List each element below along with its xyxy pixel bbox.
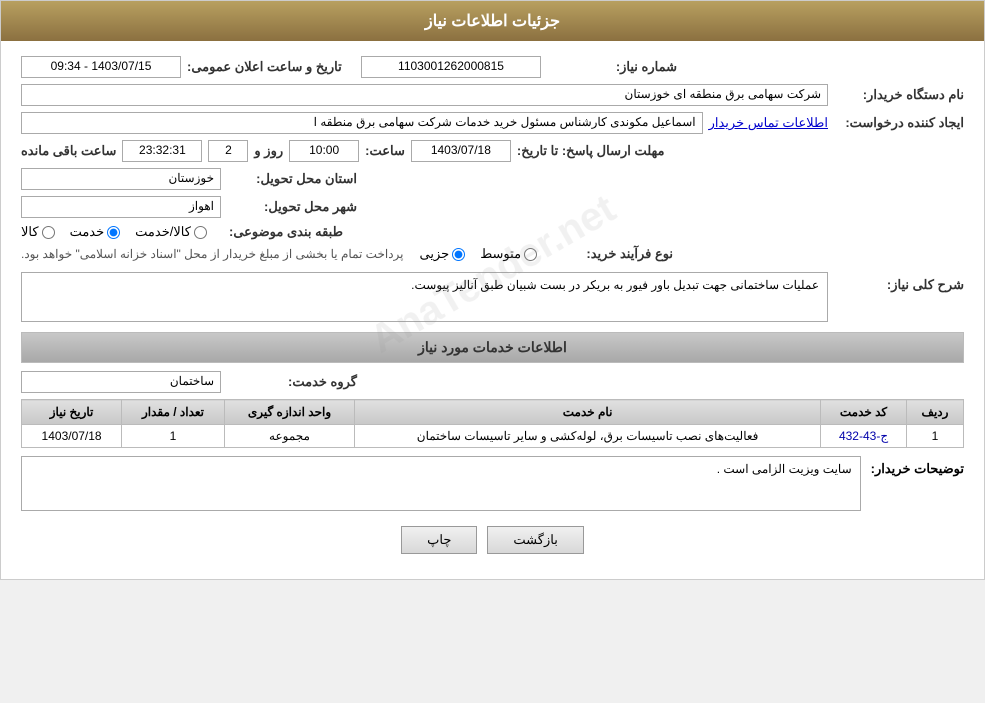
- print-button[interactable]: چاپ: [401, 526, 477, 554]
- services-table: ردیف کد خدمت نام خدمت واحد اندازه گیری ت…: [21, 399, 964, 448]
- buyer-comments-label: توضیحات خریدار:: [871, 461, 964, 477]
- need-description-text: عملیات ساختمانی جهت تبدیل باور فیور به ب…: [21, 272, 828, 322]
- td-service_code: ج-43-432: [821, 425, 907, 448]
- need-number-label: شماره نیاز:: [547, 59, 677, 75]
- response-time: 10:00: [289, 140, 359, 162]
- category-radio-group: کالا/خدمت خدمت کالا: [21, 224, 207, 240]
- buyer-org-value: شرکت سهامی برق منطقه ای خوزستان: [21, 84, 828, 106]
- action-buttons: بازگشت چاپ: [21, 526, 964, 554]
- radio-motavasset[interactable]: متوسط: [480, 246, 537, 262]
- response-days-label: روز و: [254, 143, 283, 159]
- response-deadline-label: مهلت ارسال پاسخ: تا تاریخ:: [517, 143, 665, 159]
- col-service-name: نام خدمت: [355, 400, 821, 425]
- col-unit: واحد اندازه گیری: [224, 400, 354, 425]
- delivery-city: اهواز: [21, 196, 221, 218]
- service-group-value: ساختمان: [21, 371, 221, 393]
- col-service-code: کد خدمت: [821, 400, 907, 425]
- td-service_name: فعالیت‌های نصب تاسیسات برق، لوله‌کشی و س…: [355, 425, 821, 448]
- buyer-comments-section: توضیحات خریدار: سایت ویزیت الزامی است .: [21, 456, 964, 511]
- purchase-type-label: نوع فرآیند خرید:: [543, 246, 673, 262]
- response-remaining: 23:32:31: [122, 140, 202, 162]
- buyer-comments-text: سایت ویزیت الزامی است .: [21, 456, 861, 511]
- delivery-city-label: شهر محل تحویل:: [227, 199, 357, 215]
- purchase-type-radio-group: متوسط جزیی: [420, 246, 538, 262]
- need-desc-label: شرح کلی نیاز:: [834, 277, 964, 293]
- creator-link[interactable]: اطلاعات تماس خریدار: [709, 115, 828, 131]
- radio-kala[interactable]: کالا: [21, 224, 55, 240]
- td-date: 1403/07/18: [22, 425, 122, 448]
- services-section-title: اطلاعات خدمات مورد نیاز: [21, 332, 964, 363]
- response-date: 1403/07/18: [411, 140, 511, 162]
- purchase-type-note: پرداخت تمام یا بخشی از مبلغ خریدار از مح…: [21, 247, 404, 261]
- response-remaining-label: ساعت باقی مانده: [21, 143, 116, 159]
- td-unit: مجموعه: [224, 425, 354, 448]
- response-days: 2: [208, 140, 248, 162]
- col-quantity: تعداد / مقدار: [122, 400, 225, 425]
- radio-jozii[interactable]: جزیی: [420, 246, 466, 262]
- need-number-value: 1103001262000815: [361, 56, 541, 78]
- announcement-date-value: 1403/07/15 - 09:34: [21, 56, 181, 78]
- delivery-province-label: استان محل تحویل:: [227, 171, 357, 187]
- td-quantity: 1: [122, 425, 225, 448]
- table-row: 1ج-43-432فعالیت‌های نصب تاسیسات برق، لول…: [22, 425, 964, 448]
- response-time-label: ساعت:: [365, 143, 405, 159]
- td-row_num: 1: [906, 425, 963, 448]
- col-row-num: ردیف: [906, 400, 963, 425]
- delivery-province: خوزستان: [21, 168, 221, 190]
- radio-kala-khedmat[interactable]: کالا/خدمت: [135, 224, 207, 240]
- back-button[interactable]: بازگشت: [487, 526, 583, 554]
- creator-name: اسماعیل مکوندی کارشناس مسئول خرید خدمات …: [21, 112, 703, 134]
- creator-label: ایجاد کننده درخواست:: [834, 115, 964, 131]
- announcement-date-label: تاریخ و ساعت اعلان عمومی:: [187, 59, 342, 75]
- page-title: جزئیات اطلاعات نیاز: [1, 1, 984, 41]
- buyer-org-label: نام دستگاه خریدار:: [834, 87, 964, 103]
- col-date: تاریخ نیاز: [22, 400, 122, 425]
- category-label: طبقه بندی موضوعی:: [213, 224, 343, 240]
- service-group-label: گروه خدمت:: [227, 374, 357, 390]
- radio-khedmat[interactable]: خدمت: [70, 224, 121, 240]
